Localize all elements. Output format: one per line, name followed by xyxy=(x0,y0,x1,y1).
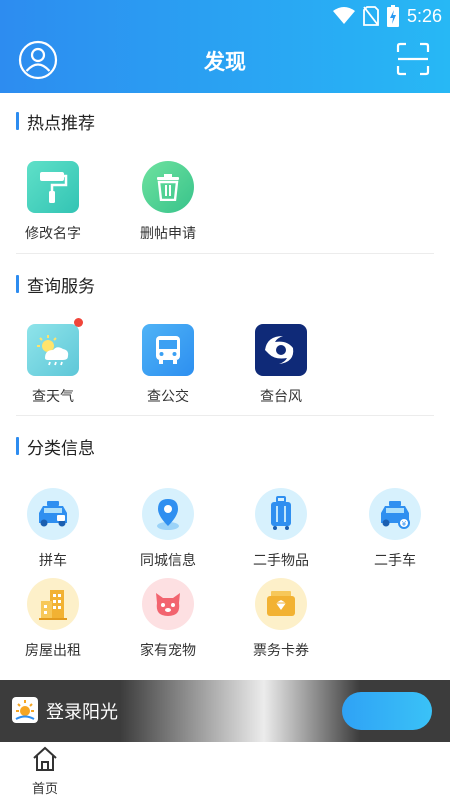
login-banner[interactable]: 登录阳光 xyxy=(0,680,450,742)
section-query: 查询服务 查天气 查公交 查台风 xyxy=(0,254,450,416)
scan-button[interactable] xyxy=(396,42,430,76)
item-local-info[interactable]: 同城信息 xyxy=(118,488,218,570)
nav-item-home[interactable]: 首页 xyxy=(20,746,70,797)
bottom-nav: 首页 xyxy=(0,742,450,800)
section-header: 热点推荐 xyxy=(16,110,95,134)
page-title: 发现 xyxy=(204,50,246,74)
title-bar: 发现 xyxy=(0,38,450,82)
section-header: 查询服务 xyxy=(16,273,95,297)
item-bus[interactable]: 查公交 xyxy=(118,324,218,406)
nav-label-home: 首页 xyxy=(31,782,58,797)
section-title: 查询服务 xyxy=(27,276,95,297)
item-delete-post[interactable]: 删帖申请 xyxy=(118,161,218,243)
section-header: 分类信息 xyxy=(16,435,95,459)
item-label: 删帖申请 xyxy=(140,226,196,242)
building-icon xyxy=(27,578,79,630)
weather-icon xyxy=(27,318,83,376)
item-house-rent[interactable]: 房屋出租 xyxy=(3,578,103,660)
item-carpool[interactable]: 拼车 xyxy=(3,488,103,570)
trash-icon xyxy=(142,161,194,213)
location-pin-icon xyxy=(142,488,194,540)
item-second-hand-goods[interactable]: 二手物品 xyxy=(231,488,331,570)
login-button[interactable] xyxy=(342,692,432,730)
item-label: 家有宠物 xyxy=(140,643,196,659)
notification-dot xyxy=(74,318,83,327)
ticket-icon xyxy=(255,578,307,630)
item-label: 查台风 xyxy=(260,389,302,405)
scan-icon xyxy=(396,42,430,76)
item-label: 房屋出租 xyxy=(25,643,81,659)
sun-logo-icon xyxy=(12,697,38,723)
paint-roller-icon xyxy=(27,161,79,213)
bus-icon xyxy=(142,324,194,376)
no-sim-icon xyxy=(363,6,379,26)
item-rename[interactable]: 修改名字 xyxy=(3,161,103,243)
section-title: 热点推荐 xyxy=(27,113,95,134)
item-pets[interactable]: 家有宠物 xyxy=(118,578,218,660)
section-bar xyxy=(16,437,19,455)
battery-icon xyxy=(386,5,399,27)
item-label: 拼车 xyxy=(39,553,67,569)
svg-text:¥: ¥ xyxy=(402,520,407,528)
carpool-icon xyxy=(27,488,79,540)
item-label: 查天气 xyxy=(32,389,74,405)
item-used-car[interactable]: ¥ 二手车 xyxy=(345,488,445,570)
wifi-icon xyxy=(332,7,355,24)
banner-overlay xyxy=(120,680,360,742)
login-text: 登录阳光 xyxy=(46,702,118,723)
header: 5:26 发现 xyxy=(0,0,450,93)
section-hot: 热点推荐 修改名字 删帖申请 xyxy=(0,93,450,253)
suitcase-icon xyxy=(255,488,307,540)
item-label: 查公交 xyxy=(147,389,189,405)
status-icons: 5:26 xyxy=(332,5,442,27)
used-car-icon: ¥ xyxy=(369,488,421,540)
pet-icon xyxy=(142,578,194,630)
item-label: 同城信息 xyxy=(140,553,196,569)
item-typhoon[interactable]: 查台风 xyxy=(231,324,331,406)
item-weather[interactable]: 查天气 xyxy=(3,318,103,406)
typhoon-icon xyxy=(255,324,307,376)
section-bar xyxy=(16,112,19,130)
status-time: 5:26 xyxy=(406,5,442,26)
item-label: 修改名字 xyxy=(25,226,81,242)
home-icon xyxy=(33,746,57,771)
item-label: 二手车 xyxy=(374,553,416,569)
status-bar: 5:26 xyxy=(0,0,450,32)
section-classified: 分类信息 拼车 同城信息 二手物品 ¥ 二手车 房屋出租 家有宠物 票务卡券 xyxy=(0,416,450,680)
item-tickets[interactable]: 票务卡券 xyxy=(231,578,331,660)
section-bar xyxy=(16,275,19,293)
section-title: 分类信息 xyxy=(27,438,95,459)
item-label: 二手物品 xyxy=(253,553,309,569)
item-label: 票务卡券 xyxy=(253,643,309,659)
